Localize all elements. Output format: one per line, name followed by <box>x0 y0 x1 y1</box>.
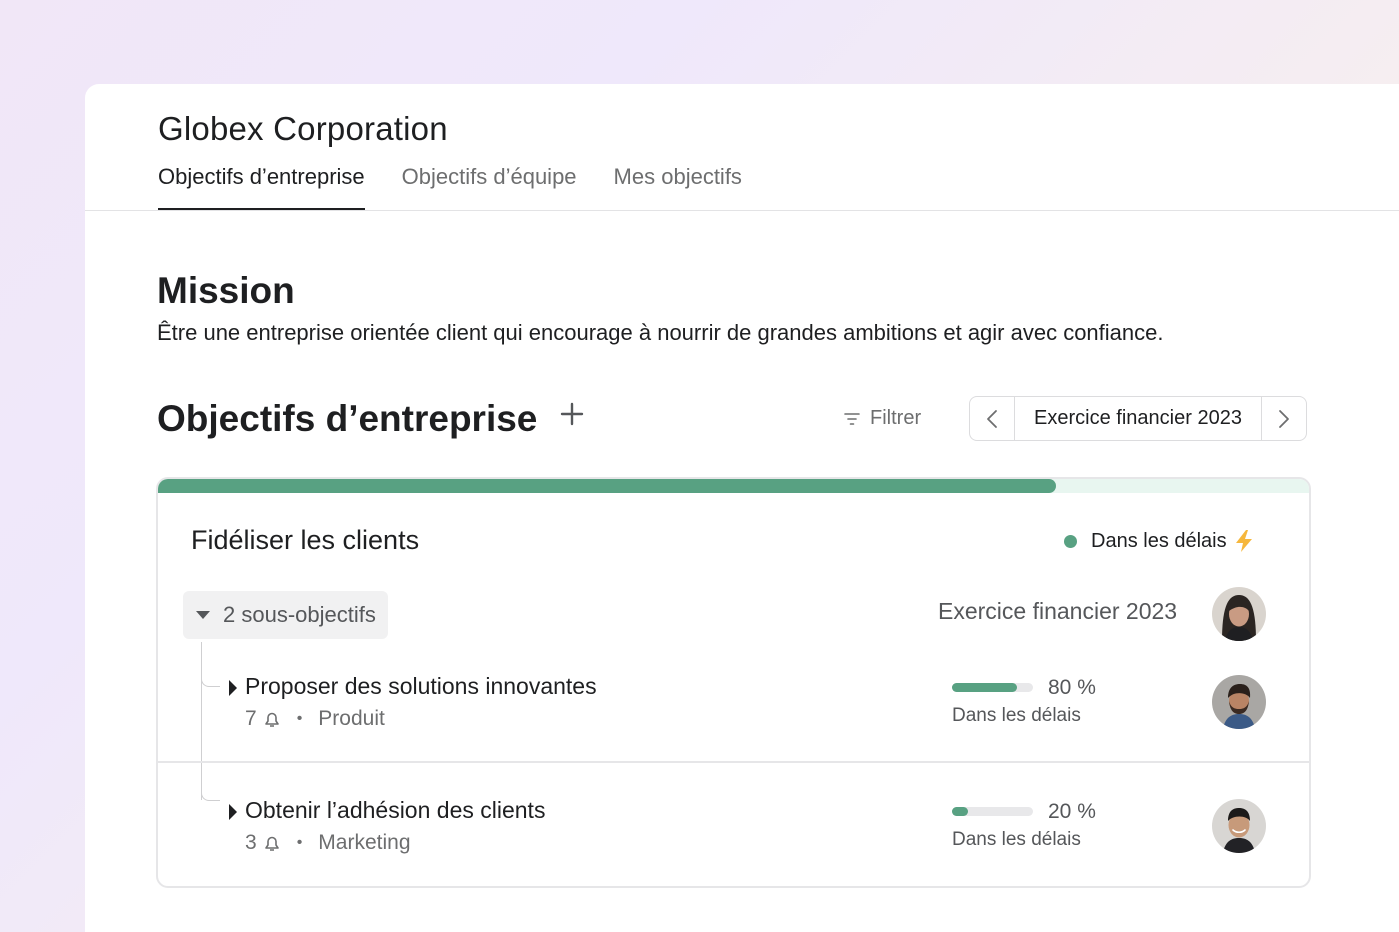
mission-heading: Mission <box>157 270 295 311</box>
chevron-right-icon <box>1279 409 1289 428</box>
subgoal-title[interactable]: Obtenir l’adhésion des clients <box>245 797 545 824</box>
row-divider <box>158 761 1309 763</box>
tree-connector <box>201 642 202 800</box>
subgoals-toggle[interactable]: 2 sous-objectifs <box>183 591 388 639</box>
goal-title[interactable]: Fidéliser les clients <box>191 525 419 556</box>
goal-progress-fill <box>158 479 1056 493</box>
subgoal-progress-label: 80 % <box>1048 676 1096 699</box>
subgoal-progress-fill <box>952 807 969 816</box>
filter-icon <box>844 412 860 425</box>
plus-icon[interactable] <box>560 402 584 426</box>
next-period-button[interactable] <box>1261 397 1306 440</box>
filter-label: Filtrer <box>870 407 922 429</box>
filter-button[interactable]: Filtrer <box>844 407 921 430</box>
subgoal-meta: 7 • Produit <box>245 707 385 731</box>
goal-progress-bar <box>158 479 1309 493</box>
tabs-divider <box>85 210 1399 211</box>
subgoal-progress-bar <box>952 807 1033 816</box>
tab-company-goals[interactable]: Objectifs d’entreprise <box>158 164 365 210</box>
bell-icon <box>264 836 279 851</box>
subgoal-progress-label: 20 % <box>1048 800 1096 823</box>
subgoal-avatar[interactable] <box>1212 675 1266 729</box>
previous-period-button[interactable] <box>970 397 1015 440</box>
goal-period: Exercice financier 2023 <box>938 598 1178 624</box>
owner-avatar[interactable] <box>1212 587 1266 641</box>
tree-branch <box>201 784 220 801</box>
tab-team-goals[interactable]: Objectifs d’équipe <box>402 164 577 210</box>
bell-icon <box>264 712 279 727</box>
subgoal-progress-fill <box>952 683 1017 692</box>
subgoal-team: Produit <box>318 707 385 730</box>
tab-bar: Objectifs d’entreprise Objectifs d’équip… <box>158 164 779 211</box>
meta-separator: • <box>296 834 303 851</box>
subgoal-meta: 3 • Marketing <box>245 831 411 855</box>
goal-status: Dans les délais <box>1064 529 1254 553</box>
goals-panel: Globex Corporation Objectifs d’entrepris… <box>85 84 1399 932</box>
period-selector: Exercice financier 2023 <box>969 396 1307 441</box>
subgoal-avatar[interactable] <box>1212 799 1266 853</box>
subgoal-team: Marketing <box>318 831 411 854</box>
caret-down-icon <box>196 611 210 619</box>
caret-right-icon[interactable] <box>228 679 238 697</box>
goals-heading: Objectifs d’entreprise <box>157 398 538 439</box>
goal-card[interactable]: Fidéliser les clients Dans les délais 2 … <box>156 477 1311 888</box>
caret-right-icon[interactable] <box>228 803 238 821</box>
subgoal-title[interactable]: Proposer des solutions innovantes <box>245 673 597 700</box>
status-dot <box>1064 534 1077 548</box>
subgoal-progress-bar <box>952 683 1033 692</box>
subgoal-status: Dans les délais <box>952 705 1081 726</box>
meta-separator: • <box>296 710 303 727</box>
tab-my-goals[interactable]: Mes objectifs <box>614 164 742 210</box>
subgoal-row[interactable]: Proposer des solutions innovantes 7 • Pr… <box>228 673 1288 743</box>
subgoal-status: Dans les délais <box>952 829 1081 850</box>
period-label[interactable]: Exercice financier 2023 <box>1015 407 1261 430</box>
chevron-left-icon <box>987 409 997 428</box>
lightning-icon <box>1235 530 1252 552</box>
mission-text: Être une entreprise orientée client qui … <box>157 320 1164 345</box>
subgoal-row[interactable]: Obtenir l’adhésion des clients 3 • Marke… <box>228 797 1288 867</box>
subgoal-count: 3 <box>245 831 257 854</box>
goal-status-label: Dans les délais <box>1091 529 1227 552</box>
subgoals-toggle-label: 2 sous-objectifs <box>223 602 376 627</box>
company-name: Globex Corporation <box>158 110 448 147</box>
subgoal-count: 7 <box>245 707 257 730</box>
tree-branch <box>201 674 220 687</box>
